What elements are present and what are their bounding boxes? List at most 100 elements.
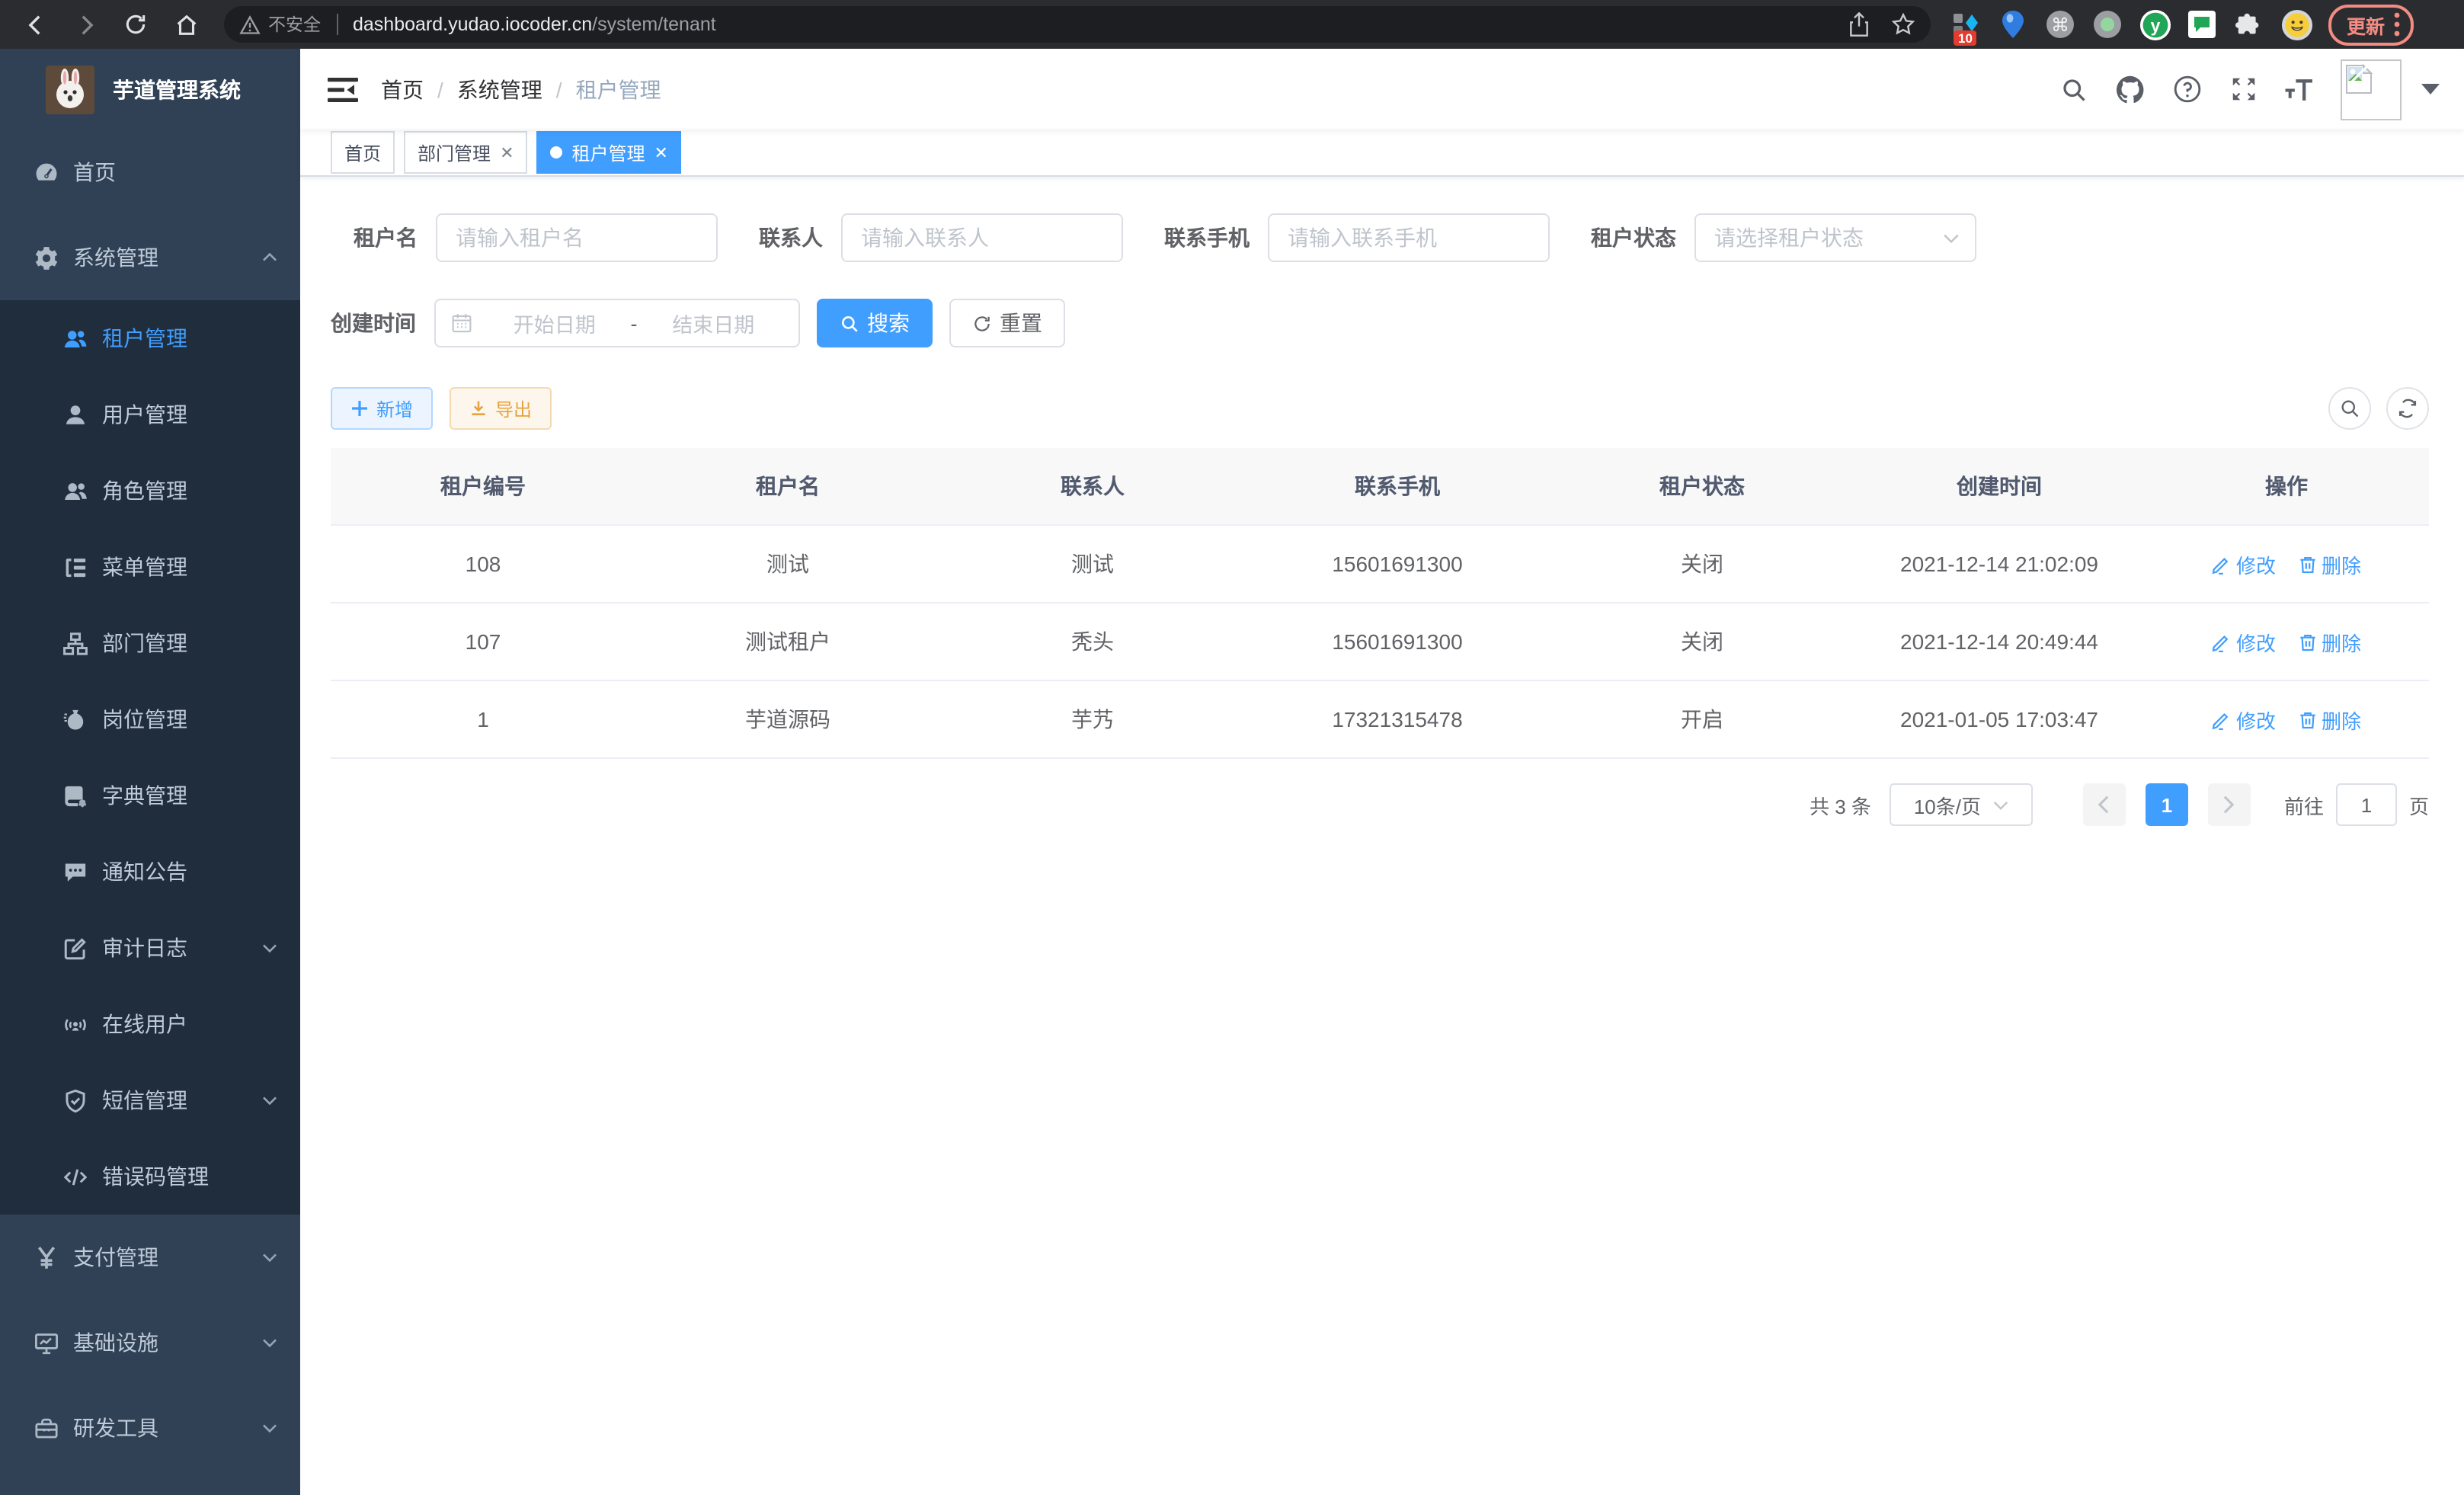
profile-avatar-icon[interactable]: [2280, 8, 2313, 41]
svg-text:⌘: ⌘: [2051, 15, 2069, 36]
table-row: 107测试租户秃头15601691300关闭2021-12-14 20:49:4…: [331, 603, 2429, 680]
sidebar-item-user[interactable]: 用户管理: [0, 376, 300, 453]
font-size-icon[interactable]: [2284, 74, 2315, 104]
sidebar-item-label: 系统管理: [73, 242, 158, 273]
url-bar[interactable]: 不安全 dashboard.yudao.iocoder.cn/system/te…: [224, 6, 1931, 43]
bookmark-star-icon[interactable]: [1891, 12, 1915, 37]
sidebar-item-dict[interactable]: 字典管理: [0, 757, 300, 834]
sidebar-item-label: 通知公告: [102, 856, 187, 887]
sidebar-item-home[interactable]: 首页: [0, 130, 300, 215]
table-cell: 2021-01-05 17:03:47: [1854, 680, 2144, 758]
main-area: 首页 / 系统管理 / 租户管理: [300, 49, 2464, 1495]
toggle-search-button[interactable]: [2328, 387, 2371, 430]
table-cell: 2021-12-14 21:02:09: [1854, 525, 2144, 603]
edit-link[interactable]: 修改: [2212, 627, 2276, 656]
tab-home[interactable]: 首页: [331, 131, 395, 174]
sidebar-item-tenant[interactable]: 租户管理: [0, 300, 300, 376]
url-text: dashboard.yudao.iocoder.cn/system/tenant: [353, 14, 716, 35]
chevron-down-icon: [1943, 232, 1960, 243]
header-search-icon[interactable]: [2059, 74, 2089, 104]
sidebar-item-online-user[interactable]: 在线用户: [0, 986, 300, 1062]
sidebar-item-notice[interactable]: 通知公告: [0, 834, 300, 910]
delete-link[interactable]: 删除: [2297, 627, 2361, 656]
extension-blue-pin-icon[interactable]: [1996, 8, 2030, 41]
tab-tenant[interactable]: 租户管理 ✕: [537, 131, 682, 174]
tags-view: 首页 部门管理 ✕ 租户管理 ✕: [300, 130, 2464, 177]
help-icon[interactable]: [2171, 74, 2202, 104]
tab-label: 首页: [344, 139, 381, 165]
reset-button[interactable]: 重置: [949, 299, 1065, 347]
goto-page-input[interactable]: [2336, 783, 2397, 826]
table-cell: 芋道源码: [635, 680, 940, 758]
sidebar-item-role[interactable]: 角色管理: [0, 453, 300, 529]
tab-dept[interactable]: 部门管理 ✕: [404, 131, 527, 174]
sidebar-item-system[interactable]: 系统管理: [0, 215, 300, 300]
browser-back-icon[interactable]: [15, 5, 55, 44]
sidebar-item-infra[interactable]: 基础设施: [0, 1300, 300, 1385]
export-button-label: 导出: [495, 395, 532, 421]
extension-badge: 10: [1954, 30, 1977, 46]
tab-close-icon[interactable]: ✕: [654, 142, 668, 162]
col-actions: 操作: [2144, 448, 2429, 525]
github-icon[interactable]: [2115, 74, 2146, 104]
browser-update-button[interactable]: 更新: [2328, 4, 2414, 45]
extension-command-icon[interactable]: ⌘: [2043, 8, 2077, 41]
page-1-button[interactable]: 1: [2146, 783, 2188, 826]
sidebar-item-label: 短信管理: [102, 1085, 187, 1116]
sidebar-item-dept[interactable]: 部门管理: [0, 605, 300, 681]
user-icon: [62, 402, 88, 427]
tab-close-icon[interactable]: ✕: [500, 142, 514, 162]
add-button[interactable]: 新增: [331, 387, 433, 430]
search-button[interactable]: 搜索: [817, 299, 933, 347]
delete-link[interactable]: 删除: [2297, 705, 2361, 734]
edit-link[interactable]: 修改: [2212, 705, 2276, 734]
sidebar-item-label: 角色管理: [102, 475, 187, 506]
create-time-range-picker[interactable]: 开始日期 - 结束日期: [434, 299, 800, 347]
extension-yudao-icon[interactable]: y: [2138, 8, 2171, 41]
sidebar-item-label: 研发工具: [73, 1413, 158, 1443]
share-icon[interactable]: [1848, 12, 1870, 37]
tenant-name-input[interactable]: [436, 213, 718, 262]
edit-link[interactable]: 修改: [2212, 549, 2276, 578]
sidebar-item-label: 部门管理: [102, 628, 187, 658]
prev-page-button[interactable]: [2083, 783, 2126, 826]
avatar-caret-icon[interactable]: [2421, 84, 2440, 94]
status-select[interactable]: 请选择租户状态: [1694, 213, 1976, 262]
export-button[interactable]: 导出: [450, 387, 552, 430]
puzzle-extensions-icon[interactable]: [2232, 8, 2266, 41]
sidebar-item-post[interactable]: 岗位管理: [0, 681, 300, 757]
sidebar-item-pay[interactable]: 支付管理: [0, 1215, 300, 1300]
refresh-table-button[interactable]: [2386, 387, 2429, 430]
mobile-label: 联系手机: [1164, 222, 1250, 253]
sidebar-collapse-icon[interactable]: [328, 75, 358, 103]
extension-chat-icon[interactable]: [2185, 8, 2219, 41]
breadcrumb-system[interactable]: 系统管理: [457, 74, 542, 104]
security-chip[interactable]: 不安全: [239, 12, 321, 37]
fullscreen-icon[interactable]: [2228, 74, 2258, 104]
tab-label: 租户管理: [572, 139, 645, 165]
sidebar-item-audit-log[interactable]: 审计日志: [0, 910, 300, 986]
delete-link[interactable]: 删除: [2297, 549, 2361, 578]
extension-squares-diamond-icon[interactable]: 10: [1949, 8, 1982, 41]
chevron-down-icon: [261, 1091, 279, 1109]
browser-home-icon[interactable]: [166, 5, 206, 44]
browser-reload-icon[interactable]: [116, 5, 155, 44]
mobile-input[interactable]: [1268, 213, 1550, 262]
page-size-select[interactable]: 10条/页: [1890, 783, 2033, 826]
sidebar-item-sms[interactable]: 短信管理: [0, 1062, 300, 1138]
url-path: /system/tenant: [592, 14, 716, 35]
sidebar-item-error-code[interactable]: 错误码管理: [0, 1138, 300, 1215]
extension-dot-icon[interactable]: [2091, 8, 2124, 41]
breadcrumb: 首页 / 系统管理 / 租户管理: [381, 74, 661, 104]
breadcrumb-home[interactable]: 首页: [381, 74, 424, 104]
next-page-button[interactable]: [2208, 783, 2251, 826]
svg-text:y: y: [2150, 15, 2160, 35]
dashboard-icon: [34, 159, 59, 185]
browser-forward-icon[interactable]: [66, 5, 105, 44]
sidebar-item-dev-tools[interactable]: 研发工具: [0, 1385, 300, 1471]
user-avatar[interactable]: [2341, 59, 2402, 120]
tenant-table: 租户编号 租户名 联系人 联系手机 租户状态 创建时间 操作 108测试测试15…: [331, 448, 2429, 759]
sidebar-logo-row[interactable]: 芋道管理系统: [0, 49, 300, 130]
sidebar-item-menu[interactable]: 菜单管理: [0, 529, 300, 605]
contact-input[interactable]: [841, 213, 1123, 262]
